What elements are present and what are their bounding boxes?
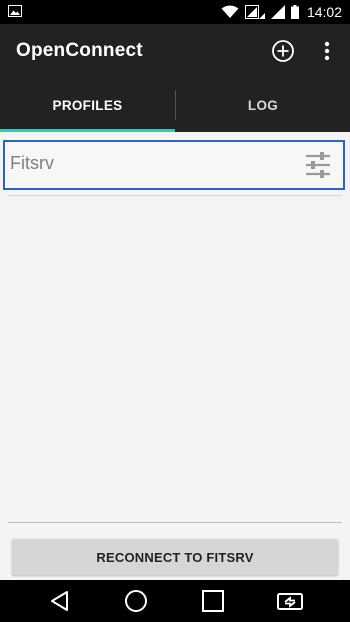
- tab-bar: PROFILES LOG: [0, 78, 350, 132]
- app-title: OpenConnect: [16, 40, 143, 61]
- signal-icon: [270, 5, 285, 19]
- list-divider: [8, 195, 342, 196]
- recents-icon[interactable]: [201, 589, 225, 613]
- profile-name: Fitsrv: [10, 153, 54, 173]
- profiles-list: Fitsrv: [0, 132, 350, 580]
- image-notification-icon: [8, 5, 22, 17]
- navigation-bar: [0, 580, 350, 622]
- bottom-divider: [8, 522, 342, 523]
- profile-item[interactable]: Fitsrv: [3, 140, 345, 190]
- battery-icon: [290, 5, 299, 19]
- add-circle-icon[interactable]: [271, 39, 295, 63]
- status-bar: 14:02: [0, 0, 350, 24]
- overflow-menu-icon[interactable]: [322, 40, 332, 62]
- tab-log[interactable]: LOG: [176, 78, 350, 132]
- cellular-signal-icon: [244, 5, 265, 19]
- status-time: 14:02: [306, 4, 342, 20]
- home-icon[interactable]: [124, 589, 148, 613]
- reconnect-button[interactable]: RECONNECT TO FITSRV: [12, 539, 338, 575]
- tab-profiles[interactable]: PROFILES: [0, 78, 175, 132]
- wifi-icon: [221, 5, 239, 18]
- settings-sliders-icon[interactable]: [305, 151, 331, 179]
- app-bar: OpenConnect: [0, 24, 350, 78]
- back-icon[interactable]: [48, 589, 72, 613]
- switch-app-icon[interactable]: [277, 589, 303, 613]
